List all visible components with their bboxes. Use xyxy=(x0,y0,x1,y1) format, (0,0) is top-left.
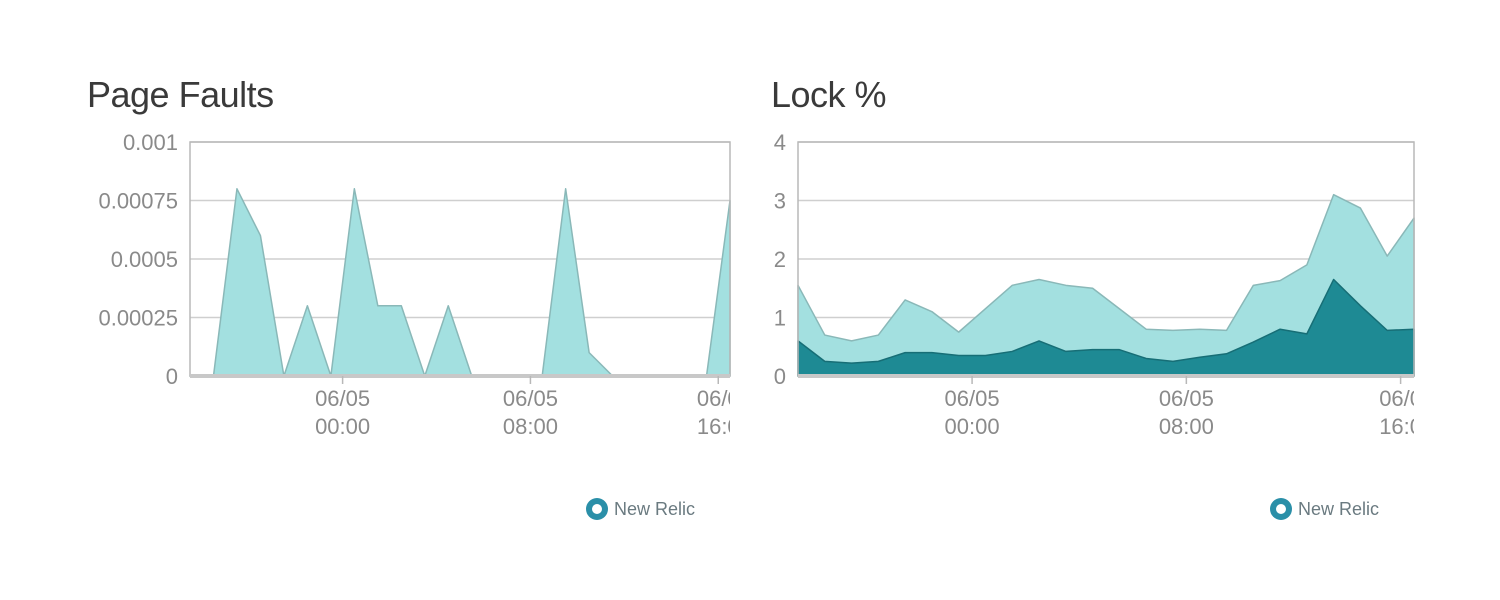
brand-label: New Relic xyxy=(614,498,696,519)
y-tick-label: 0 xyxy=(774,364,786,389)
x-tick-time-label: 00:00 xyxy=(315,414,370,439)
x-tick-date-label: 06/05 xyxy=(503,386,558,411)
new-relic-brand: New Relic xyxy=(1270,498,1379,520)
y-tick-label: 4 xyxy=(774,130,786,155)
brand-label: New Relic xyxy=(1298,498,1380,519)
x-tick-date-label: 06/0 xyxy=(697,386,740,411)
y-tick-label: 1 xyxy=(774,306,786,331)
x-tick-time-label: 08:00 xyxy=(1159,414,1214,439)
x-tick-date-label: 06/05 xyxy=(1159,386,1214,411)
y-tick-label: 0.0005 xyxy=(111,247,178,272)
y-tick-label: 0.00025 xyxy=(98,306,178,331)
x-tick-time-label: 00:00 xyxy=(945,414,1000,439)
x-tick-time-label: 08:00 xyxy=(503,414,558,439)
new-relic-logo-icon xyxy=(1270,498,1292,520)
x-tick-date-label: 06/05 xyxy=(945,386,1000,411)
y-tick-label: 2 xyxy=(774,247,786,272)
x-tick-time-label: 16:0 xyxy=(1379,414,1422,439)
area-series xyxy=(189,188,731,377)
x-tick-date-label: 06/0 xyxy=(1379,386,1422,411)
new-relic-logo-icon xyxy=(586,498,608,520)
y-tick-label: 0 xyxy=(166,364,178,389)
y-tick-label: 0.00075 xyxy=(98,189,178,214)
x-tick-time-label: 16:0 xyxy=(697,414,740,439)
new-relic-brand: New Relic xyxy=(586,498,695,520)
y-tick-label: 0.001 xyxy=(123,130,178,155)
y-tick-label: 3 xyxy=(774,189,786,214)
x-tick-date-label: 06/05 xyxy=(315,386,370,411)
